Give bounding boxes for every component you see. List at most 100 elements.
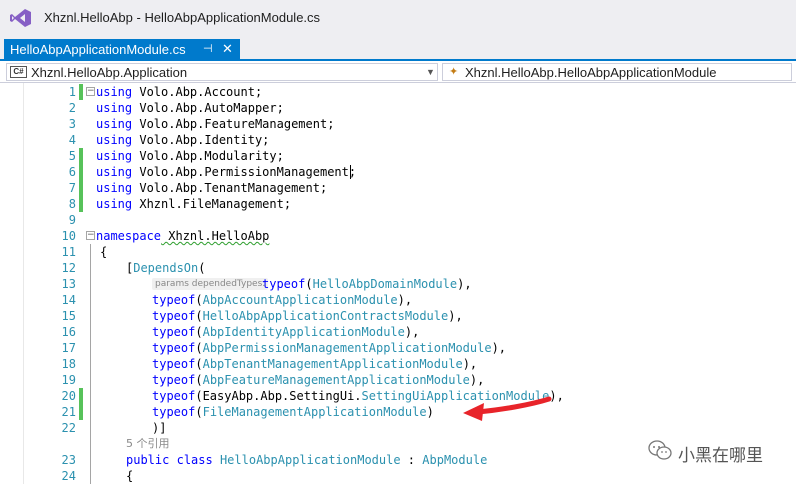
code-token: AbpPermissionManagementApplicationModule (202, 341, 492, 355)
code-text: using Volo.Abp.Identity; (96, 132, 269, 148)
code-line-14[interactable]: 14 typeof(AbpAccountApplicationModule), (0, 292, 796, 308)
code-token: { (100, 245, 108, 259)
code-text: using Volo.Abp.PermissionManagement; (96, 164, 356, 180)
code-line-11[interactable]: 11 { (0, 244, 796, 260)
code-line-15[interactable]: 15 typeof(HelloAbpApplicationContractsMod… (0, 308, 796, 324)
code-token: ), (462, 357, 478, 371)
code-token: Volo.Abp.TenantManagement; (132, 181, 328, 195)
code-token: using (96, 149, 133, 163)
class-icon: ✦ (449, 66, 459, 78)
code-text: using Volo.Abp.TenantManagement; (96, 180, 327, 196)
code-token: AbpModule (422, 453, 488, 467)
code-text: typeof(HelloAbpApplicationContractsModul… (152, 308, 463, 324)
text-cursor (350, 165, 351, 179)
code-token: public (126, 453, 170, 467)
code-line-22[interactable]: 22)] (0, 420, 796, 436)
code-line-21[interactable]: 21 typeof(FileManagementApplicationModule… (0, 404, 796, 420)
parameter-hint: params dependedTypes: (152, 278, 269, 290)
code-line-13[interactable]: 13 params dependedTypes: typeof(HelloAbpDo… (0, 276, 796, 292)
code-token: HelloAbpApplicationModule (219, 453, 401, 467)
code-line-2[interactable]: 2 using Volo.Abp.AutoMapper; (0, 100, 796, 116)
code-line-23[interactable]: 23 public class HelloAbpApplicationModule… (0, 452, 796, 468)
project-dropdown-value: Xhznl.HelloAbp.Application (31, 65, 188, 80)
close-tab-icon[interactable]: ✕ (222, 41, 233, 57)
code-line-3[interactable]: 3 using Volo.Abp.FeatureManagement; (0, 116, 796, 132)
document-tab-strip: HelloAbpApplicationModule.cs ⊣ ✕ (0, 36, 796, 61)
change-marker (79, 148, 83, 164)
code-line-7[interactable]: 7 using Volo.Abp.TenantManagement; (0, 180, 796, 196)
outline-guide (90, 324, 91, 340)
code-line-6[interactable]: 6 using Volo.Abp.PermissionManagement; (0, 164, 796, 180)
reference-count-codelens[interactable]: 5 个引用 (126, 436, 170, 452)
line-number: 8 (68, 197, 76, 211)
code-line-1[interactable]: 1 − using Volo.Abp.Account; (0, 84, 796, 100)
code-text: typeof(FileManagementApplicationModule) (152, 404, 434, 420)
code-token: ( (195, 405, 203, 419)
code-token: ( (195, 373, 203, 387)
line-number: 22 (61, 421, 76, 435)
code-text: public class HelloAbpApplicationModule :… (126, 452, 487, 468)
code-text: using Xhznl.FileManagement; (96, 196, 291, 212)
window-title: Xhznl.HelloAbp - HelloAbpApplicationModu… (44, 10, 321, 25)
code-text: using Volo.Abp.AutoMapper; (96, 100, 284, 116)
project-dropdown[interactable]: C# Xhznl.HelloAbp.Application ▼ (6, 63, 438, 81)
code-token: HelloAbpDomainModule (312, 277, 458, 291)
change-marker (79, 196, 83, 212)
title-bar: Xhznl.HelloAbp - HelloAbpApplicationModu… (0, 0, 796, 36)
outline-guide (90, 276, 91, 292)
code-token: { (126, 469, 134, 483)
line-number: 7 (68, 181, 76, 195)
code-line-24[interactable]: 24 { (0, 468, 796, 484)
codelens-line[interactable]: 5 个引用 (0, 436, 796, 452)
code-line-8[interactable]: 8 using Xhznl.FileManagement; (0, 196, 796, 212)
code-text: typeof(EasyAbp.Abp.SettingUi.SettingUiAp… (152, 388, 564, 404)
code-token: AbpIdentityApplicationModule (202, 325, 405, 339)
code-line-12[interactable]: 12 [DependsOn( (0, 260, 796, 276)
collapse-region-icon[interactable]: − (86, 87, 95, 96)
line-number: 13 (61, 277, 76, 291)
outline-guide (90, 244, 91, 260)
code-token: class (176, 453, 213, 467)
outline-guide (90, 340, 91, 356)
code-line-18[interactable]: 18 typeof(AbpTenantManagementApplicationM… (0, 356, 796, 372)
code-token: 5 个引用 (126, 437, 170, 450)
tab-helloabpapplicationmodule[interactable]: HelloAbpApplicationModule.cs ⊣ ✕ (4, 39, 240, 61)
change-marker (79, 164, 83, 180)
code-line-5[interactable]: 5 using Volo.Abp.Modularity; (0, 148, 796, 164)
pin-tab-icon[interactable]: ⊣ (203, 42, 213, 55)
code-line-10[interactable]: 10 − namespace Xhznl.HelloAbp (0, 228, 796, 244)
code-editor[interactable]: 1− using Volo.Abp.Account; 2 using Volo.Abp… (0, 83, 796, 484)
line-number: 19 (61, 373, 76, 387)
line-number: 2 (68, 101, 76, 115)
code-line-17[interactable]: 17 typeof(AbpPermissionManagementApplicat… (0, 340, 796, 356)
collapse-region-icon[interactable]: − (86, 231, 95, 240)
code-token: Volo.Abp.Modularity; (132, 149, 284, 163)
code-token: )] (152, 421, 167, 435)
code-token: Volo.Abp.AutoMapper; (132, 101, 284, 115)
outline-guide (90, 292, 91, 308)
code-line-19[interactable]: 19 typeof(AbpFeatureManagementApplication… (0, 372, 796, 388)
code-token: typeof (152, 309, 196, 323)
code-token: (EasyAbp.Abp.SettingUi. (195, 389, 362, 403)
code-token: namespace (96, 229, 162, 243)
code-token: AbpTenantManagementApplicationModule (202, 357, 463, 371)
code-line-4[interactable]: 4 using Volo.Abp.Identity; (0, 132, 796, 148)
code-text: using Volo.Abp.FeatureManagement; (96, 116, 334, 132)
code-line-9[interactable]: 9 (0, 212, 796, 228)
code-token: using (96, 197, 133, 211)
code-token: using (96, 181, 133, 195)
line-number: 17 (61, 341, 76, 355)
watermark-text: 小黑在哪里 (678, 446, 763, 465)
code-area[interactable]: 1− using Volo.Abp.Account; 2 using Volo.Abp… (0, 83, 796, 484)
code-token: : (400, 453, 423, 467)
code-line-16[interactable]: 16 typeof(AbpIdentityApplicationModule), (0, 324, 796, 340)
code-token: ), (448, 309, 463, 323)
type-dropdown[interactable]: ✦ Xhznl.HelloAbp.HelloAbpApplicationModu… (442, 63, 792, 81)
code-line-20[interactable]: 20 typeof(EasyAbp.Abp.SettingUi.SettingUi… (0, 388, 796, 404)
change-marker (79, 180, 83, 196)
outline-guide (90, 436, 91, 452)
line-number: 6 (68, 165, 76, 179)
navigation-bar: C# Xhznl.HelloAbp.Application ▼ ✦ Xhznl.… (0, 61, 796, 83)
visual-studio-logo-icon (10, 9, 31, 27)
outline-guide (90, 308, 91, 324)
